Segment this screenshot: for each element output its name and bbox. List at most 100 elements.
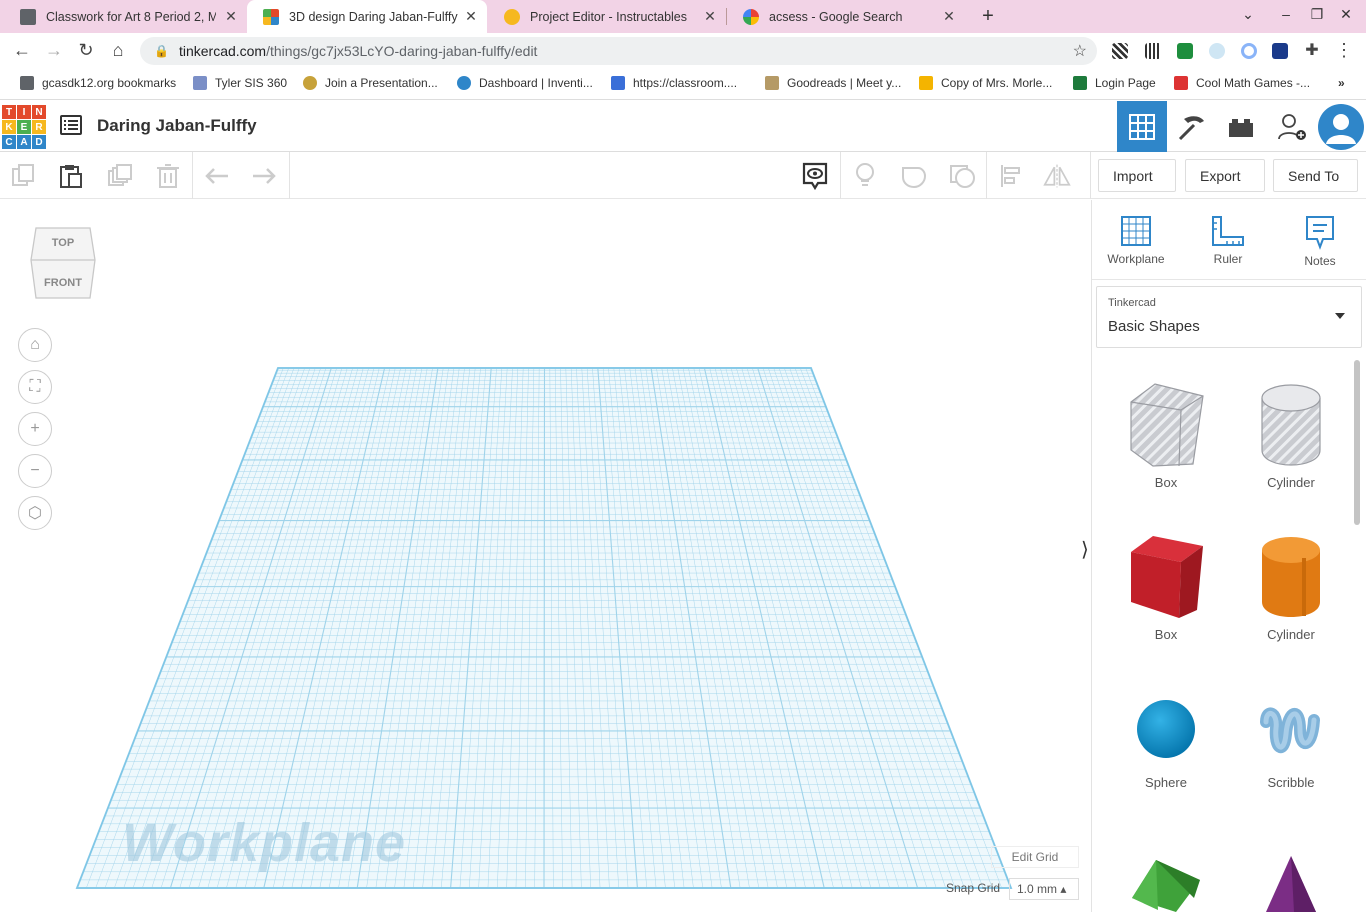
user-avatar[interactable] bbox=[1316, 101, 1366, 152]
ortho-view-button[interactable]: ⬡ bbox=[18, 496, 52, 530]
more-bookmarks-icon[interactable]: » bbox=[1338, 76, 1345, 90]
url-input[interactable]: 🔒 tinkercad.com/things/gc7jx53LcYO-darin… bbox=[140, 37, 1097, 65]
light-bulb-button[interactable] bbox=[851, 162, 879, 190]
close-tab-icon[interactable]: ✕ bbox=[463, 8, 479, 25]
3d-view-button[interactable] bbox=[1117, 101, 1167, 152]
tool-label: Notes bbox=[1304, 254, 1336, 268]
fit-view-button[interactable]: ⛶ bbox=[18, 370, 52, 404]
duplicate-button[interactable] bbox=[106, 162, 134, 190]
browser-tab[interactable]: acsess - Google Search ✕ bbox=[727, 0, 965, 33]
cloud-extension-icon[interactable] bbox=[1209, 43, 1225, 59]
bookmark-item[interactable]: Login Page bbox=[1073, 76, 1156, 90]
qr-extension-icon[interactable] bbox=[1145, 43, 1161, 59]
reload-icon[interactable]: ↻ bbox=[74, 40, 98, 61]
zoom-out-button[interactable]: − bbox=[18, 454, 52, 488]
sheets-extension-icon[interactable] bbox=[1177, 43, 1193, 59]
tinkercad-favicon-icon bbox=[263, 8, 279, 25]
bookmark-item[interactable]: Copy of Mrs. Morle... bbox=[919, 76, 1052, 90]
snap-grid-label: Snap Grid bbox=[946, 881, 1001, 895]
home-view-button[interactable]: ⌂ bbox=[18, 328, 52, 362]
shape-label: Cylinder bbox=[1267, 475, 1315, 490]
redo-button[interactable] bbox=[250, 162, 278, 190]
puzzle-extensions-icon[interactable]: ✚ bbox=[1300, 40, 1324, 60]
send-to-button[interactable]: Send To bbox=[1273, 159, 1358, 192]
shape-cylinder-hole[interactable]: Cylinder bbox=[1231, 380, 1351, 490]
tinkercad-logo[interactable]: T I N K E R C A D bbox=[2, 105, 46, 149]
notes-tool-button[interactable]: Notes bbox=[1285, 214, 1355, 268]
home-icon[interactable]: ⌂ bbox=[106, 40, 130, 61]
invite-user-button[interactable] bbox=[1267, 101, 1317, 152]
circle-extension-icon[interactable] bbox=[1241, 43, 1257, 59]
kebab-menu-icon[interactable]: ⋮ bbox=[1332, 40, 1356, 61]
bricks-mode-button[interactable] bbox=[1216, 101, 1266, 152]
bookmark-item[interactable]: https://classroom.... bbox=[611, 76, 737, 90]
logo-letter: A bbox=[17, 135, 31, 149]
bookmark-item[interactable]: Dashboard | Inventi... bbox=[457, 76, 593, 90]
minimize-icon[interactable]: – bbox=[1276, 6, 1296, 22]
delete-button[interactable] bbox=[154, 162, 182, 190]
design-title[interactable]: Daring Jaban-Fulffy bbox=[97, 116, 257, 136]
shape-cylinder[interactable]: Cylinder bbox=[1231, 532, 1351, 642]
shape-scribble[interactable]: Scribble bbox=[1231, 690, 1351, 790]
mirror-button[interactable] bbox=[1043, 162, 1071, 190]
back-icon[interactable]: ← bbox=[10, 40, 34, 61]
shape-sphere[interactable]: Sphere bbox=[1106, 690, 1226, 790]
browser-tab[interactable]: Project Editor - Instructables ✕ bbox=[488, 0, 726, 33]
paste-button[interactable] bbox=[57, 162, 85, 190]
design-list-icon[interactable] bbox=[60, 115, 82, 135]
workplane-grid[interactable] bbox=[0, 200, 1090, 912]
login-icon bbox=[1073, 76, 1087, 90]
import-button[interactable]: Import bbox=[1098, 159, 1176, 192]
shape-box[interactable]: Box bbox=[1106, 532, 1226, 642]
shield-extension-icon[interactable] bbox=[1272, 43, 1288, 59]
align-button[interactable] bbox=[997, 162, 1025, 190]
panel-scrollbar[interactable] bbox=[1354, 360, 1360, 525]
shape-label: Scribble bbox=[1267, 775, 1315, 790]
logo-letter: I bbox=[17, 105, 31, 119]
bookmark-item[interactable]: Join a Presentation... bbox=[303, 76, 438, 90]
ruler-tool-button[interactable]: Ruler bbox=[1193, 214, 1263, 266]
shape-library-dropdown[interactable]: Tinkercad Basic Shapes bbox=[1096, 286, 1362, 348]
pickaxe-icon bbox=[1178, 115, 1204, 140]
export-button[interactable]: Export bbox=[1185, 159, 1265, 192]
bookmark-item[interactable]: Goodreads | Meet y... bbox=[765, 76, 901, 90]
copy-button[interactable] bbox=[10, 162, 38, 190]
view-cube[interactable]: TOP FRONT bbox=[30, 224, 96, 302]
close-window-icon[interactable]: ✕ bbox=[1336, 6, 1356, 23]
restore-icon[interactable]: ❐ bbox=[1307, 6, 1327, 23]
bookmark-item[interactable]: gcasdk12.org bookmarks bbox=[20, 76, 176, 90]
close-tab-icon[interactable]: ✕ bbox=[702, 8, 718, 25]
shape-roof[interactable] bbox=[1106, 850, 1226, 912]
workplane-tool-button[interactable]: Workplane bbox=[1101, 214, 1171, 266]
solid-button[interactable] bbox=[900, 162, 928, 190]
build-mode-button[interactable] bbox=[1167, 101, 1217, 152]
close-tab-icon[interactable]: ✕ bbox=[941, 8, 957, 25]
tab-search-icon[interactable]: ⌄ bbox=[1238, 6, 1258, 23]
extension-icon[interactable] bbox=[1112, 43, 1128, 59]
edit-grid-button[interactable]: Edit Grid bbox=[991, 846, 1079, 868]
green-roof-icon bbox=[1132, 860, 1200, 912]
bookmark-item[interactable]: Tyler SIS 360 bbox=[193, 76, 287, 90]
browser-tab[interactable]: Classwork for Art 8 Period 2, MP ✕ bbox=[4, 0, 247, 33]
view-cube-front-label[interactable]: FRONT bbox=[30, 277, 96, 289]
undo-button[interactable] bbox=[203, 162, 231, 190]
slides-icon bbox=[919, 76, 933, 90]
browser-tab-active[interactable]: 3D design Daring Jaban-Fulffy | ✕ bbox=[247, 0, 487, 33]
snap-grid-select[interactable]: 1.0 mm ▴ bbox=[1009, 878, 1079, 900]
bookmark-star-icon[interactable]: ☆ bbox=[1073, 41, 1087, 61]
forward-icon[interactable]: → bbox=[42, 40, 66, 61]
bookmark-item[interactable]: Cool Math Games -... bbox=[1174, 76, 1310, 90]
view-cube-top-label[interactable]: TOP bbox=[30, 237, 96, 249]
bookmark-label: Goodreads | Meet y... bbox=[787, 76, 902, 90]
logo-letter: R bbox=[32, 120, 46, 134]
close-tab-icon[interactable]: ✕ bbox=[223, 8, 239, 25]
box-hole-icon bbox=[1130, 383, 1204, 467]
shape-box-hole[interactable]: Box bbox=[1106, 380, 1226, 490]
new-tab-icon[interactable]: + bbox=[977, 5, 999, 28]
shape-grid: Box Cylinder Box Cylinder Sphere Scribbl… bbox=[1092, 358, 1352, 912]
zoom-in-button[interactable]: + bbox=[18, 412, 52, 446]
workspace-canvas[interactable]: TOP FRONT ⌂ ⛶ + − ⬡ Workplane Edit Grid … bbox=[0, 200, 1090, 912]
hole-button[interactable] bbox=[949, 162, 977, 190]
shape-cone[interactable] bbox=[1231, 850, 1351, 912]
show-all-button[interactable] bbox=[801, 162, 829, 191]
